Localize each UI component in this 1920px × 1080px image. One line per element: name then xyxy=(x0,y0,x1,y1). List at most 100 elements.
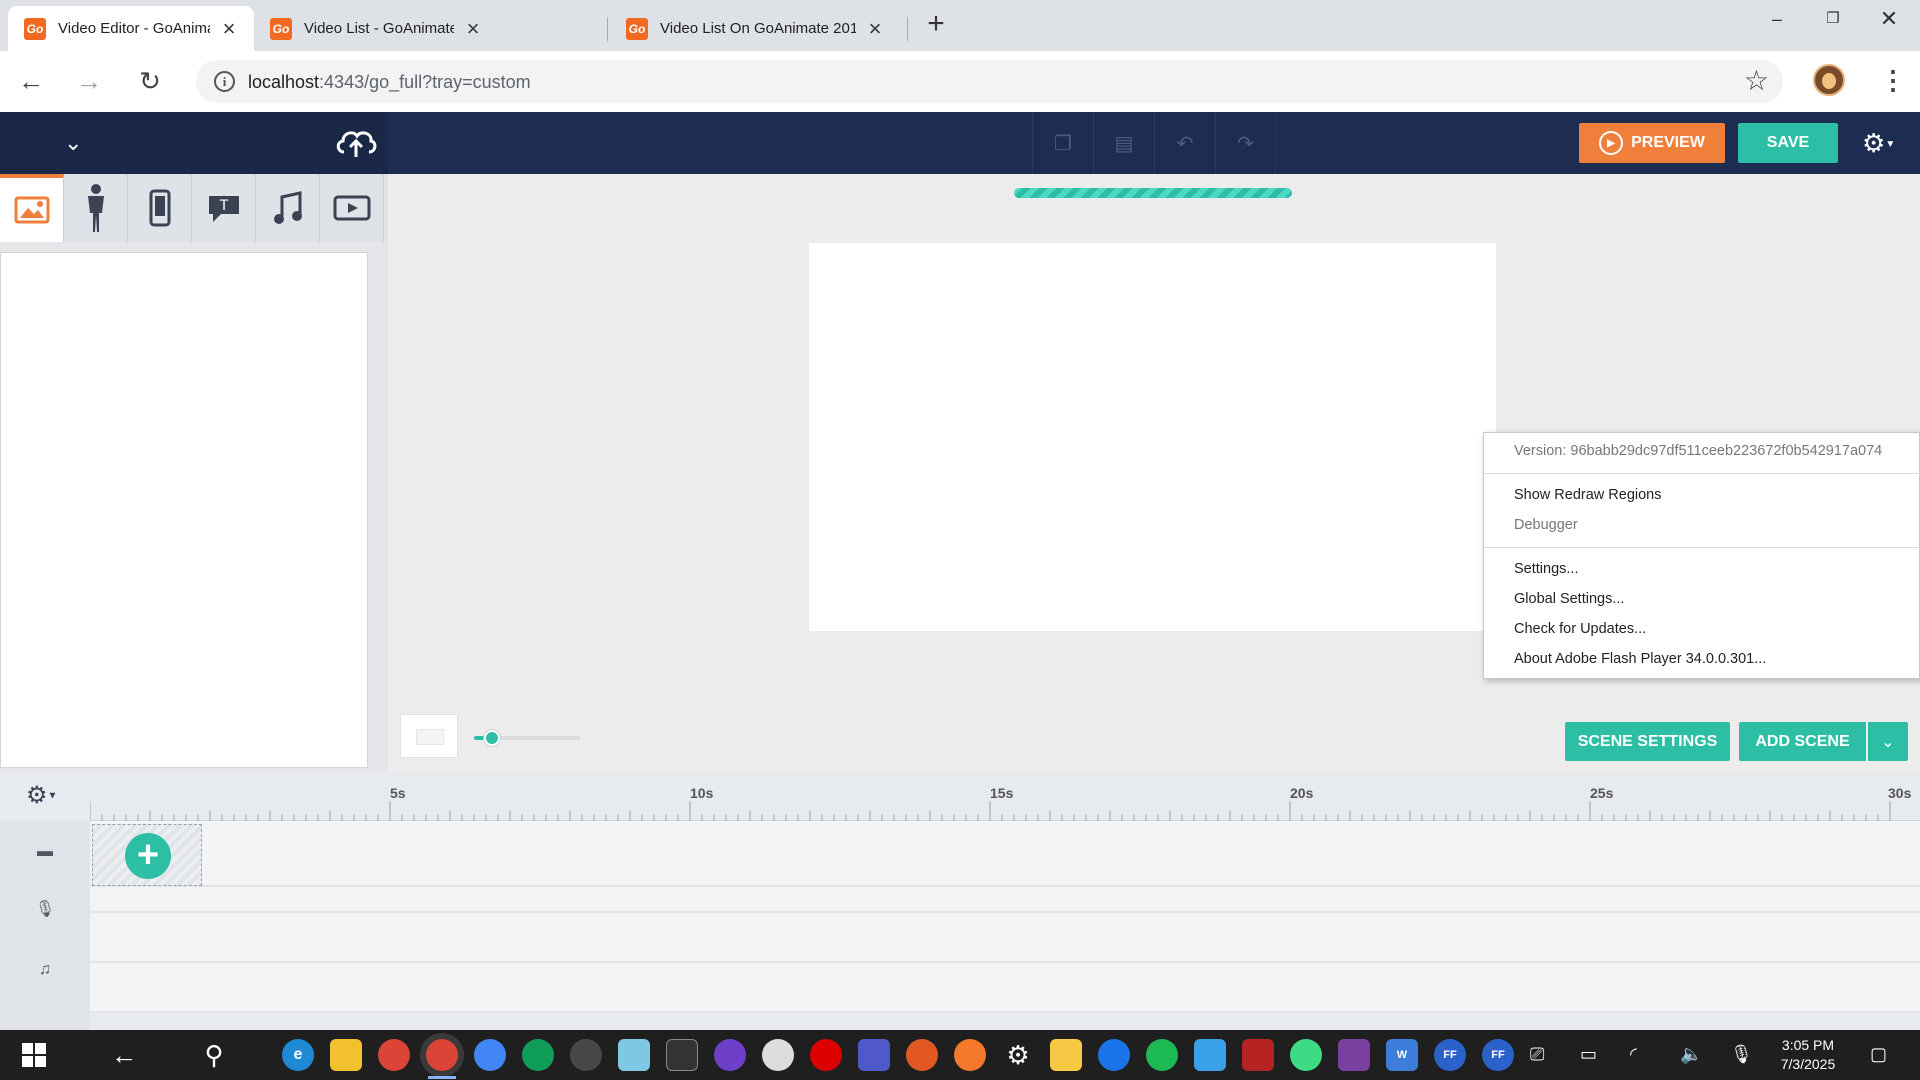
volume-icon[interactable]: 🔈 xyxy=(1680,1044,1702,1065)
plus-icon[interactable]: + xyxy=(125,833,171,879)
file-explorer-icon[interactable] xyxy=(330,1039,362,1071)
redo-icon[interactable]: ↷ xyxy=(1215,112,1276,174)
battery-icon[interactable]: ▭ xyxy=(1580,1044,1597,1065)
edge-icon[interactable]: e xyxy=(282,1039,314,1071)
video-icon[interactable] xyxy=(320,174,384,242)
chevron-down-icon[interactable]: ⌄ xyxy=(1868,722,1908,761)
tab-video-list[interactable]: Go Video List - GoAnimate: Online × xyxy=(254,6,498,51)
window-close-icon[interactable]: ✕ xyxy=(1866,4,1912,34)
ruler-label-5s: 5s xyxy=(390,785,406,801)
taskbar-clock[interactable]: 3:05 PM 7/3/2025 xyxy=(1758,1036,1858,1074)
address-bar[interactable]: i localhost:4343/go_full?tray=custom ☆ xyxy=(196,60,1783,103)
search-icon[interactable]: ⚲ xyxy=(198,1039,230,1071)
minimize-icon[interactable]: – xyxy=(1754,4,1800,34)
close-icon[interactable]: × xyxy=(462,16,484,41)
back-arrow-icon[interactable]: ← xyxy=(14,64,48,98)
browser-menu-icon[interactable]: ⋮ xyxy=(1880,63,1906,97)
terminal-icon[interactable] xyxy=(666,1039,698,1071)
electron-icon[interactable] xyxy=(570,1039,602,1071)
site-info-icon[interactable]: i xyxy=(214,71,235,92)
bookmark-star-icon[interactable]: ☆ xyxy=(1744,66,1769,96)
voice-track-2[interactable] xyxy=(90,913,1920,963)
menu-item-global-settings[interactable]: Global Settings... xyxy=(1514,591,1624,607)
stage-thumbnail[interactable] xyxy=(400,714,458,758)
track-headers: ▬ 🎙 ♫ xyxy=(0,821,90,1030)
browser-icon[interactable] xyxy=(1098,1039,1130,1071)
tab-video-editor[interactable]: Go Video Editor - GoAnimate: Onli × xyxy=(8,6,254,51)
chrome-icon[interactable] xyxy=(378,1039,410,1071)
character-icon[interactable] xyxy=(64,174,128,242)
sticky-notes-icon[interactable] xyxy=(1050,1039,1082,1071)
add-scene-button[interactable]: ADD SCENE xyxy=(1739,722,1866,761)
goanimate-favicon-icon: Go xyxy=(24,17,46,40)
chrome-active-icon[interactable] xyxy=(426,1039,458,1079)
scene-track[interactable] xyxy=(90,821,1920,887)
photos-icon[interactable] xyxy=(1194,1039,1226,1071)
winrar-icon[interactable] xyxy=(1242,1039,1274,1071)
paste-icon[interactable]: ▤ xyxy=(1093,112,1154,174)
reload-icon[interactable]: ↻ xyxy=(133,64,167,98)
restore-icon[interactable]: ❐ xyxy=(1810,4,1856,34)
text-bubble-icon[interactable]: T xyxy=(192,174,256,242)
github-icon[interactable] xyxy=(714,1039,746,1071)
menu-item-show-redraw-regions[interactable]: Show Redraw Regions xyxy=(1514,487,1662,503)
forward-arrow-icon[interactable]: → xyxy=(72,64,106,98)
svg-text:T: T xyxy=(218,198,228,214)
notifications-icon[interactable]: ▢ xyxy=(1870,1044,1887,1065)
add-scene-slot[interactable]: + xyxy=(92,824,202,886)
ffdec-icon[interactable]: FF xyxy=(1434,1039,1466,1071)
back-arrow-icon[interactable]: ← xyxy=(108,1039,140,1071)
record-icon[interactable] xyxy=(810,1039,842,1071)
blender-icon[interactable] xyxy=(954,1039,986,1071)
edit-tools: ❐ ▤ ↶ ↷ xyxy=(1032,112,1276,174)
spotify-icon[interactable] xyxy=(1146,1039,1178,1071)
stage-canvas[interactable] xyxy=(809,243,1496,631)
asset-panel: T xyxy=(0,174,388,773)
chevron-down-icon[interactable]: ⌄ xyxy=(64,130,82,156)
video-editor-icon[interactable] xyxy=(1338,1039,1370,1071)
close-icon[interactable]: × xyxy=(864,16,886,41)
teams-icon[interactable] xyxy=(858,1039,890,1071)
fruity-loops-icon[interactable] xyxy=(906,1039,938,1071)
windows-start-icon[interactable] xyxy=(18,1039,50,1071)
close-icon[interactable]: × xyxy=(218,16,240,41)
copy-icon[interactable]: ❐ xyxy=(1032,112,1093,174)
menu-item-about-flash[interactable]: About Adobe Flash Player 34.0.0.301... xyxy=(1514,651,1766,667)
timeline-ruler[interactable]: 5s 10s 15s 20s 25s 30s xyxy=(90,773,1920,821)
android-icon[interactable] xyxy=(1290,1039,1322,1071)
image-icon[interactable] xyxy=(0,174,64,242)
new-tab-plus-icon[interactable]: + xyxy=(922,9,950,39)
menu-item-check-for-updates[interactable]: Check for Updates... xyxy=(1514,621,1646,637)
menu-item-settings[interactable]: Settings... xyxy=(1514,561,1578,577)
ffdec-alt-icon[interactable]: FF xyxy=(1482,1039,1514,1071)
preview-label: PREVIEW xyxy=(1631,134,1705,151)
timeline-settings-gear-icon[interactable]: ⚙▼ xyxy=(26,783,57,810)
profile-avatar[interactable] xyxy=(1813,64,1845,96)
url-text[interactable]: localhost:4343/go_full?tray=custom xyxy=(248,72,531,93)
cloud-upload-icon[interactable] xyxy=(334,124,378,160)
save-button[interactable]: SAVE xyxy=(1738,123,1838,163)
meet-now-icon[interactable]: ⎚ xyxy=(1530,1044,1544,1065)
zoom-slider-handle[interactable] xyxy=(484,730,500,746)
app-icon[interactable] xyxy=(522,1039,554,1071)
tab-video-list-2015[interactable]: Go Video List On GoAnimate 2015 × xyxy=(610,6,900,51)
microphone-icon[interactable]: 🎙 xyxy=(1730,1044,1753,1065)
prop-icon[interactable] xyxy=(128,174,192,242)
menu-separator xyxy=(1484,473,1920,474)
voice-track[interactable] xyxy=(90,887,1920,913)
music-icon[interactable] xyxy=(256,174,320,242)
notes-icon[interactable] xyxy=(618,1039,650,1071)
settings-gear-icon[interactable]: ⚙ xyxy=(1002,1039,1034,1071)
clock-date: 7/3/2025 xyxy=(1780,1056,1836,1072)
preview-button[interactable]: ▶ PREVIEW xyxy=(1579,123,1725,163)
music-track[interactable] xyxy=(90,963,1920,1013)
asset-list[interactable] xyxy=(0,252,368,768)
undo-icon[interactable]: ↶ xyxy=(1154,112,1215,174)
settings-gear-icon[interactable]: ⚙▼ xyxy=(1862,128,1895,160)
scene-settings-button[interactable]: SCENE SETTINGS xyxy=(1565,722,1730,761)
menu-version: Version: 96babb29dc97df511ceeb223672f0b5… xyxy=(1514,443,1883,459)
chrome-alt-icon[interactable] xyxy=(474,1039,506,1071)
wifi-icon[interactable]: ◜ xyxy=(1630,1044,1637,1065)
clock-app-icon[interactable] xyxy=(762,1039,794,1071)
woo-app-icon[interactable]: W xyxy=(1386,1039,1418,1071)
